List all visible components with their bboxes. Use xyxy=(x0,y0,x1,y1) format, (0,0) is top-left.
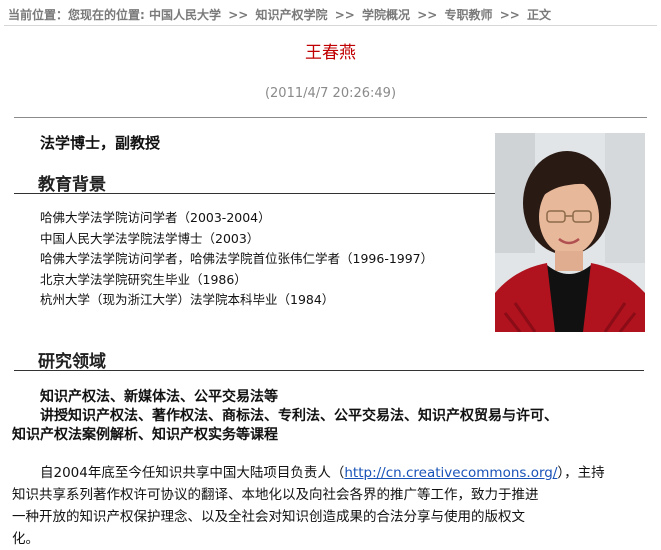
degree-title: 法学博士，副教授 xyxy=(40,134,161,152)
research-heading: 研究领域 xyxy=(38,352,106,372)
portrait-photo xyxy=(495,133,645,332)
education-heading-underline xyxy=(14,193,495,194)
breadcrumb-link-university[interactable]: 中国人民大学 xyxy=(149,8,221,22)
courses-taught: 讲授知识产权法、著作权法、商标法、专利法、公平交易法、知识产权贸易与许可、 知识… xyxy=(12,407,652,445)
breadcrumb: 当前位置：您现在的位置: 中国人民大学 >> 知识产权学院 >> 学院概况 >>… xyxy=(8,6,648,23)
list-item: 杭州大学（现为浙江大学）法学院本科毕业（1984） xyxy=(40,292,335,307)
breadcrumb-link-ip-school[interactable]: 知识产权学院 xyxy=(256,8,328,22)
intro-text: ），主持 xyxy=(557,465,605,481)
list-item: 中国人民大学法学院法学博士（2003） xyxy=(40,230,260,246)
top-divider xyxy=(4,25,657,26)
list-item: 哈佛大学法学院访问学者（2003-2004） xyxy=(40,210,271,225)
portrait-image xyxy=(495,133,645,332)
breadcrumb-separator: >> xyxy=(417,8,438,22)
creative-commons-link[interactable]: http://cn.creativecommons.org/ xyxy=(344,465,557,481)
breadcrumb-separator: >> xyxy=(334,8,355,22)
intro-text: 一种开放的知识产权保护理念、以及全社会对知识创造成果的合法分享与使用的版权文 xyxy=(12,509,525,525)
header-divider xyxy=(14,117,647,118)
breadcrumb-separator: >> xyxy=(228,8,249,22)
breadcrumb-link-faculty[interactable]: 专职教师 xyxy=(445,8,493,22)
list-item: 哈佛大学法学院访问学者，哈佛法学院首位张伟仁学者（1996-1997） xyxy=(40,251,434,266)
courses-line: 讲授知识产权法、著作权法、商标法、专利法、公平交易法、知识产权贸易与许可、 xyxy=(40,408,558,424)
education-list: 哈佛大学法学院访问学者（2003-2004） 中国人民大学法学院法学博士（200… xyxy=(40,208,433,311)
research-fields: 知识产权法、新媒体法、公平交易法等 xyxy=(40,389,278,405)
intro-text: 自2004年底至今任知识共享中国大陆项目负责人（ xyxy=(40,465,345,481)
breadcrumb-link-overview[interactable]: 学院概况 xyxy=(362,8,410,22)
courses-line: 知识产权法案例解析、知识产权实务等课程 xyxy=(12,427,278,443)
article-title: 王春燕 xyxy=(305,43,356,63)
research-heading-underline xyxy=(14,370,644,371)
breadcrumb-separator: >> xyxy=(499,8,520,22)
education-heading: 教育背景 xyxy=(38,175,106,195)
breadcrumb-prefix: 当前位置：您现在的位置: xyxy=(8,8,145,22)
breadcrumb-current: 正文 xyxy=(527,8,552,22)
list-item: 北京大学法学院研究生毕业（1986） xyxy=(40,271,247,287)
intro-text: 知识共享系列著作权许可协议的翻译、本地化以及向社会各界的推广等工作，致力于推进 xyxy=(12,487,539,503)
intro-paragraph: 自2004年底至今任知识共享中国大陆项目负责人（http://cn.creati… xyxy=(12,462,652,550)
article-date: (2011/4/7 20:26:49) xyxy=(264,86,397,101)
intro-text: 化。 xyxy=(12,531,39,547)
